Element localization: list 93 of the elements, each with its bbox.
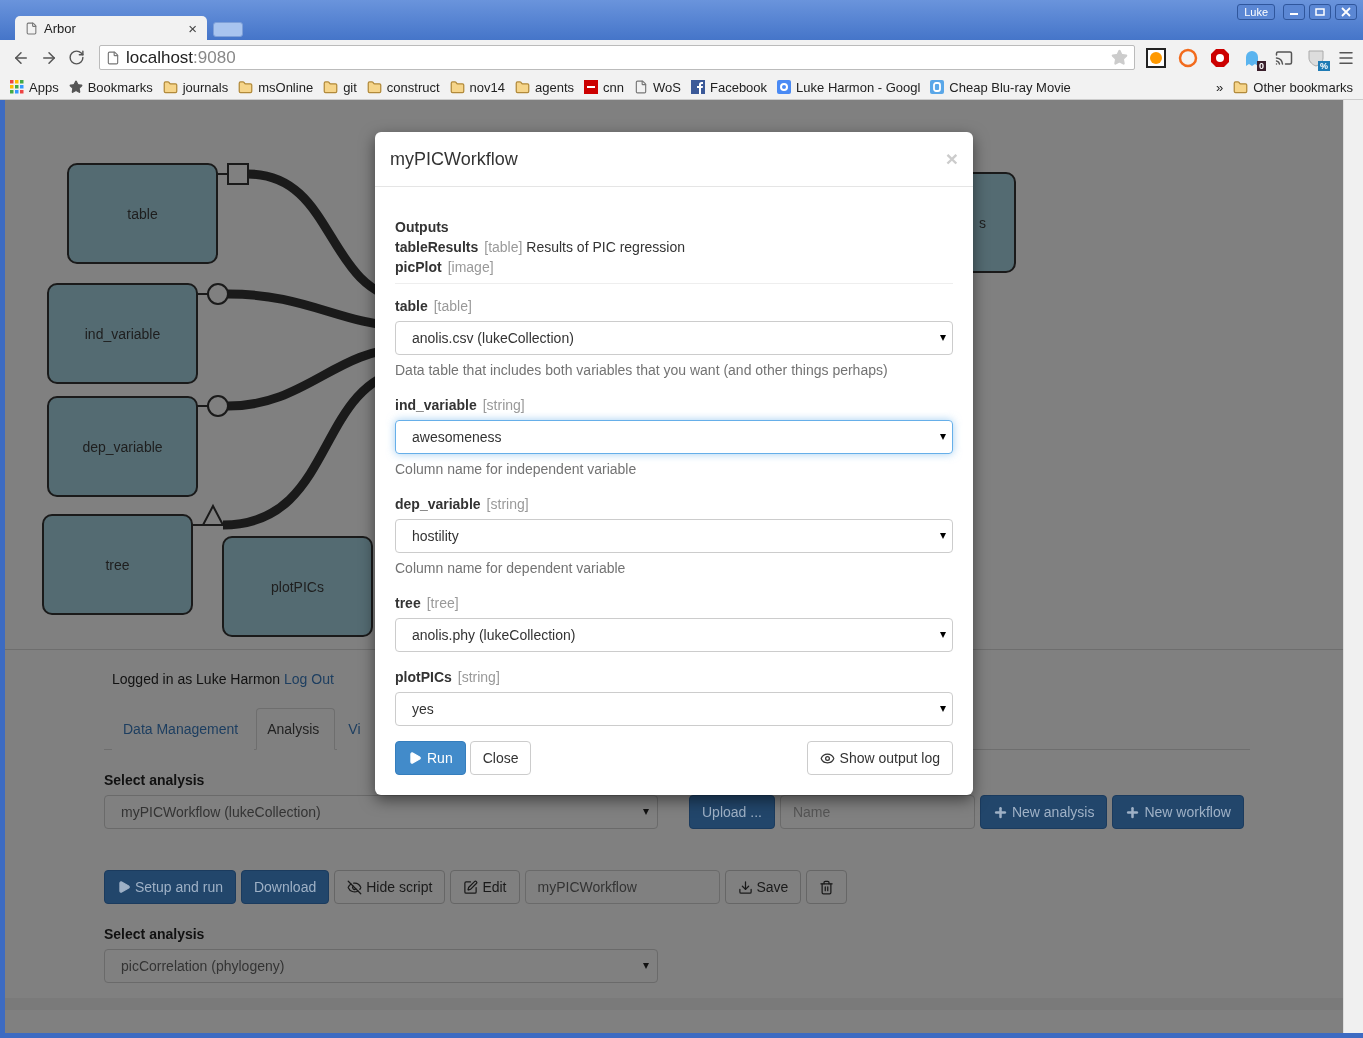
port-circle	[196, 283, 229, 305]
field-label: Select analysis	[104, 926, 206, 942]
bookmark[interactable]: Luke Harmon - Googl	[777, 79, 921, 95]
field-label: plotPICs [string]	[395, 668, 501, 687]
login-text: Logged in as Luke Harmon	[112, 671, 281, 687]
tab[interactable]: Analysis	[256, 708, 336, 750]
page-icon	[634, 80, 649, 94]
folder-icon	[323, 79, 339, 95]
maximize-icon	[1315, 8, 1325, 16]
help-text: Data table that includes both variables that you want (and other things perhaps)	[395, 361, 889, 380]
field-label: dep_variable [string]	[395, 495, 530, 514]
bookmark[interactable]: Cheap Blu-ray Movie	[930, 79, 1071, 95]
bookmark[interactable]: msOnline	[238, 79, 314, 95]
help-text: Column name for dependent variable	[395, 559, 627, 578]
delete-button[interactable]	[806, 870, 848, 904]
new-analysis-button[interactable]: New analysis	[979, 795, 1108, 829]
close-button[interactable]	[1335, 4, 1357, 20]
trash-icon	[819, 879, 835, 895]
folder-icon	[238, 79, 254, 95]
news-icon	[584, 80, 599, 94]
bookmark-star-icon[interactable]	[1111, 49, 1128, 66]
star-icon	[68, 80, 83, 94]
download-button[interactable]: Download	[240, 870, 330, 904]
show-output-log-button[interactable]: Show output log	[806, 741, 953, 775]
minimize-button[interactable]	[1283, 4, 1305, 20]
bookmark[interactable]: Apps	[10, 79, 59, 95]
parameter-select[interactable]: yes	[395, 692, 953, 726]
reload-button[interactable]	[68, 49, 85, 66]
eye-icon	[819, 750, 835, 766]
stop-sign-icon[interactable]	[1209, 46, 1231, 69]
url-text: localhost:9080	[126, 47, 236, 68]
bookmark[interactable]: cnn	[584, 79, 625, 95]
folder-icon	[162, 79, 178, 95]
extension-icon[interactable]	[1145, 46, 1167, 69]
port-square	[216, 163, 249, 185]
bookmark[interactable]: construct	[366, 79, 440, 95]
folder-icon	[515, 79, 531, 95]
upload-button[interactable]: Upload ...	[689, 795, 775, 829]
apps-icon	[10, 80, 24, 94]
bookmark[interactable]: WoS	[634, 79, 681, 95]
save-button[interactable]: Save	[724, 870, 802, 904]
facebook-icon	[691, 80, 705, 94]
scholar-icon	[777, 80, 792, 94]
field-label: ind_variable [string]	[395, 396, 526, 415]
parameter-select[interactable]: anolis.csv (lukeCollection)	[395, 321, 953, 355]
maximize-button[interactable]	[1309, 4, 1331, 20]
port-triangle	[191, 503, 225, 526]
plus-icon	[1125, 804, 1141, 820]
field-label: tree [tree]	[395, 594, 460, 613]
setup-and-run-button[interactable]: Setup and run	[104, 870, 236, 904]
bookmark[interactable]: Other bookmarks	[1233, 79, 1353, 95]
plus-icon	[992, 804, 1008, 820]
scrollbar[interactable]	[5, 998, 1343, 1010]
port-circle	[196, 395, 229, 417]
help-text: Column name for independent variable	[395, 460, 638, 479]
run-button[interactable]: Run	[395, 741, 466, 775]
tab-close-button[interactable]: ×	[188, 19, 197, 37]
bookmark[interactable]: journals	[162, 79, 229, 95]
parameter-select[interactable]: awesomeness	[395, 420, 953, 454]
edit-icon	[463, 879, 479, 895]
folder-icon	[1233, 79, 1249, 95]
bookmarks-overflow[interactable]: »	[1216, 79, 1224, 95]
parameter-select[interactable]: anolis.phy (lukeCollection)	[395, 618, 953, 652]
bookmark[interactable]: Facebook	[691, 79, 768, 95]
page-icon	[106, 50, 120, 65]
close-icon	[1341, 7, 1351, 17]
close-button[interactable]: Close	[469, 741, 532, 775]
field-label: table [table]	[395, 297, 473, 316]
folder-icon	[366, 79, 382, 95]
bookmark[interactable]: Bookmarks	[68, 79, 153, 95]
bookmark[interactable]: git	[323, 79, 357, 95]
page-icon	[25, 21, 38, 35]
field-label: Select analysis	[104, 772, 206, 788]
bookmark[interactable]: agents	[515, 79, 575, 95]
scrollbar[interactable]	[1343, 100, 1363, 1033]
browser-tab[interactable]: Arbor ×	[15, 16, 207, 40]
new-workflow-button[interactable]: New workflow	[1112, 795, 1244, 829]
bookmark[interactable]: nov14	[449, 79, 506, 95]
folder-icon	[449, 79, 465, 95]
output-line: tableResults [table] Results of PIC regression	[395, 238, 686, 257]
edit-button[interactable]: Edit	[450, 870, 520, 904]
play-icon	[117, 880, 131, 894]
parameter-select[interactable]: hostility	[395, 519, 953, 553]
eye-slash-icon	[347, 879, 363, 895]
download-icon	[737, 879, 753, 895]
play-icon	[408, 751, 422, 765]
blog-icon	[930, 80, 945, 94]
profile-button[interactable]: Luke	[1237, 4, 1275, 20]
address-bar[interactable]: localhost:9080	[99, 45, 1135, 70]
hide-script-button[interactable]: Hide script	[334, 870, 446, 904]
modal-title: myPICWorkflow	[390, 148, 518, 170]
output-line: picPlot [image]	[395, 258, 495, 277]
section-heading: Outputs	[395, 218, 450, 237]
